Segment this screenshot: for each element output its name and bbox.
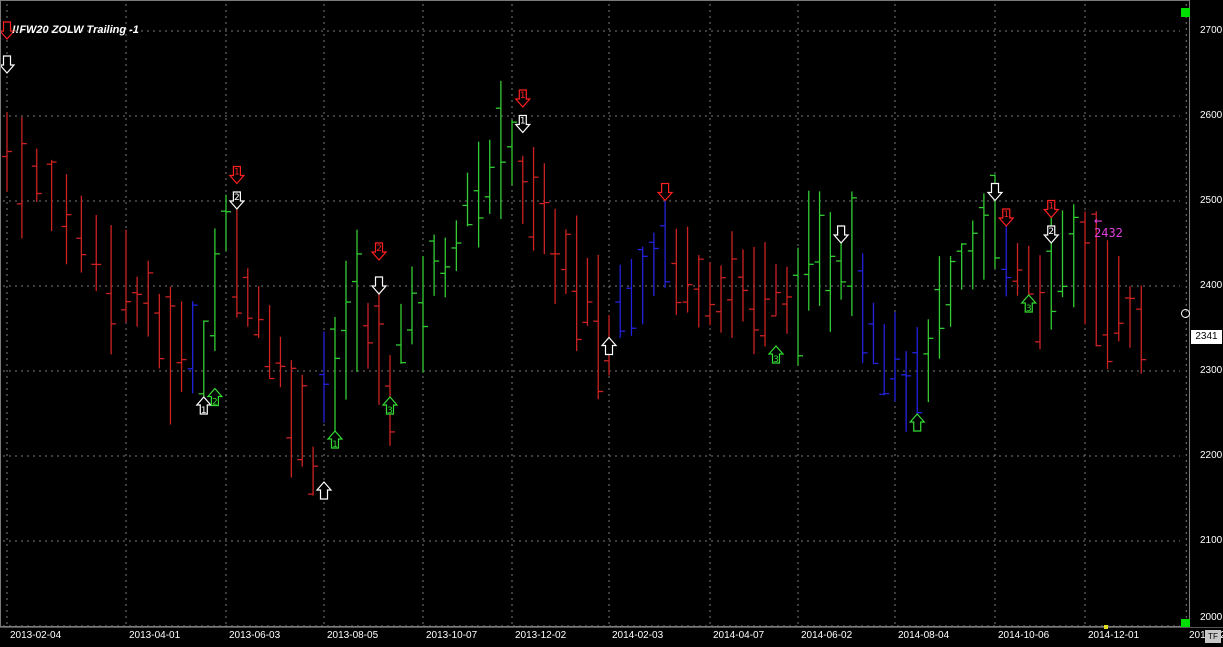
y-tick-label: 2000 <box>1200 612 1223 623</box>
y-tick-label: 2400 <box>1200 280 1223 291</box>
y-tick-label: 2500 <box>1200 195 1223 206</box>
x-tick-label: 2013-10-07 <box>426 630 478 641</box>
y-tick-label: 2200 <box>1200 450 1223 461</box>
x-tick-label: 2014-08-04 <box>898 630 950 641</box>
chart-title: !!FW20 ZOLW Trailing -1 <box>12 24 139 36</box>
x-tick-label: 2013-04-01 <box>129 630 181 641</box>
price-annotation-label: 2432 <box>1094 226 1123 240</box>
x-tick-label: 2014-10-06 <box>998 630 1050 641</box>
price-scale-handle-icon[interactable] <box>1181 309 1190 318</box>
x-tick-label: 2014-04-07 <box>713 630 765 641</box>
current-date-marker <box>1104 625 1108 629</box>
plot-frame <box>0 0 1190 627</box>
x-tick-label: 2014-06-02 <box>801 630 853 641</box>
last-price-label: 2341 <box>1191 330 1222 344</box>
y-tick-label: 2100 <box>1200 535 1223 546</box>
y-tick-label: 2700 <box>1200 25 1223 36</box>
x-tick-label: 2013-02-04 <box>10 630 62 641</box>
price-annotation: ← 2432 <box>1094 213 1123 240</box>
chart-root: 12121231131312 !!FW20 ZOLW Trailing -1 2… <box>0 0 1223 647</box>
y-tick-label: 2600 <box>1200 110 1223 121</box>
x-tick-label: 2014-12-01 <box>1088 630 1140 641</box>
y-tick-label: 2300 <box>1200 365 1223 376</box>
x-tick-label: 2013-08-05 <box>327 630 379 641</box>
top-resize-handle[interactable] <box>1181 8 1190 17</box>
y-axis-panel[interactable] <box>1190 0 1223 627</box>
x-tick-label: 2014-02-03 <box>612 630 664 641</box>
x-tick-label: 2013-06-03 <box>229 630 281 641</box>
x-tick-label: 2013-12-02 <box>515 630 567 641</box>
left-arrow-icon: ← <box>1094 213 1103 229</box>
timeframe-button[interactable]: TF <box>1205 630 1221 643</box>
